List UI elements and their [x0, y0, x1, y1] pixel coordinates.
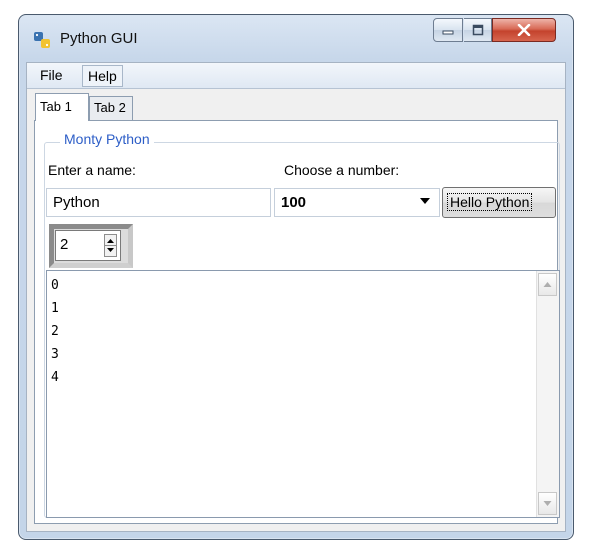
maximize-button[interactable]: [464, 18, 492, 42]
minimize-button[interactable]: [433, 18, 463, 42]
close-button[interactable]: [492, 18, 556, 42]
text-line: 3: [51, 347, 59, 362]
tab-1[interactable]: Tab 1: [35, 93, 89, 121]
scroll-down-button[interactable]: [538, 492, 557, 515]
hello-python-button-label: Hello Python: [447, 193, 533, 211]
scroll-down-icon: [543, 501, 552, 506]
group-title: Monty Python: [60, 131, 154, 147]
close-icon: [493, 19, 555, 41]
spinbox-value: 2: [60, 236, 69, 253]
scroll-up-icon: [543, 282, 552, 287]
name-label: Enter a name:: [48, 162, 136, 178]
scrolled-text[interactable]: [46, 270, 560, 518]
scroll-up-button[interactable]: [538, 273, 557, 296]
text-line: 4: [51, 370, 59, 385]
text-line: 0: [51, 278, 59, 293]
text-line: 1: [51, 301, 59, 316]
name-input[interactable]: Python: [46, 188, 271, 217]
maximize-icon: [464, 19, 491, 41]
tab-2[interactable]: Tab 2: [89, 96, 133, 120]
spinbox-arrows[interactable]: [104, 234, 117, 257]
chevron-down-icon[interactable]: [420, 198, 430, 204]
menu-help[interactable]: Help: [82, 65, 123, 87]
spin-arrows-icon: [105, 239, 116, 252]
text-line: 2: [51, 324, 59, 339]
menu-file[interactable]: File: [35, 65, 68, 87]
minimize-icon: [434, 19, 462, 41]
python-icon: [34, 32, 50, 48]
number-label: Choose a number:: [284, 162, 400, 178]
number-combobox-value: 100: [281, 194, 307, 211]
window-title: Python GUI: [60, 30, 138, 47]
vertical-scrollbar[interactable]: [536, 271, 559, 517]
